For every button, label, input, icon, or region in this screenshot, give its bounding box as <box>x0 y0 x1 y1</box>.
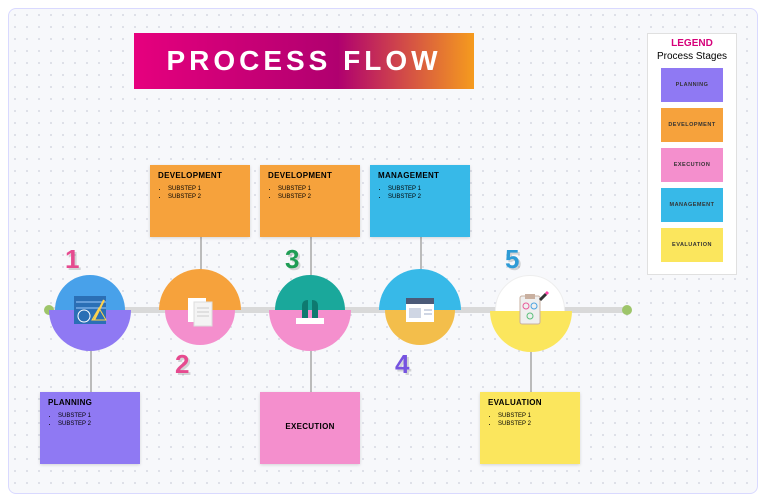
legend-subtitle: Process Stages <box>652 51 732 62</box>
box-items: SUBSTEP 1 SUBSTEP 2 <box>158 186 242 200</box>
legend-swatch-planning: PLANNING <box>661 68 723 102</box>
connector <box>310 237 312 276</box>
stage-box-execution: EXECUTION <box>260 392 360 464</box>
legend-panel: LEGEND Process Stages PLANNING DEVELOPME… <box>647 33 737 275</box>
list-item: SUBSTEP 1 <box>388 186 462 192</box>
legend-swatch-execution: EXECUTION <box>661 148 723 182</box>
stage-box-development-1: DEVELOPMENT SUBSTEP 1 SUBSTEP 2 <box>150 165 250 237</box>
clipboard-icon <box>510 290 550 330</box>
step-number-1: 1 <box>65 244 79 275</box>
list-item: SUBSTEP 2 <box>388 194 462 200</box>
box-title: EXECUTION <box>268 422 352 431</box>
legend-swatch-development: DEVELOPMENT <box>661 108 723 142</box>
step-number-4: 4 <box>395 349 409 380</box>
step-number-3: 3 <box>285 244 299 275</box>
box-items: SUBSTEP 1 SUBSTEP 2 <box>268 186 352 200</box>
stage-box-evaluation: EVALUATION SUBSTEP 1 SUBSTEP 2 <box>480 392 580 464</box>
box-items: SUBSTEP 1 SUBSTEP 2 <box>48 413 132 427</box>
list-item: SUBSTEP 1 <box>58 413 132 419</box>
documents-icon <box>180 290 220 330</box>
box-title: DEVELOPMENT <box>268 171 352 180</box>
list-item: SUBSTEP 1 <box>168 186 242 192</box>
list-item: SUBSTEP 1 <box>498 413 572 419</box>
blueprint-icon <box>70 290 110 330</box>
step-node-3 <box>275 275 345 345</box>
box-title: MANAGEMENT <box>378 171 462 180</box>
list-item: SUBSTEP 2 <box>498 421 572 427</box>
stage-box-management: MANAGEMENT SUBSTEP 1 SUBSTEP 2 <box>370 165 470 237</box>
step-node-1 <box>55 275 125 345</box>
list-item: SUBSTEP 2 <box>278 194 352 200</box>
list-item: SUBSTEP 2 <box>58 421 132 427</box>
step-node-2 <box>165 275 235 345</box>
legend-swatch-management: MANAGEMENT <box>661 188 723 222</box>
stage-box-development-2: DEVELOPMENT SUBSTEP 1 SUBSTEP 2 <box>260 165 360 237</box>
browser-icon <box>400 290 440 330</box>
step-node-4 <box>385 275 455 345</box>
legend-swatch-evaluation: EVALUATION <box>661 228 723 262</box>
step-number-5: 5 <box>505 244 519 275</box>
legend-title: LEGEND <box>652 38 732 49</box>
step-node-5 <box>495 275 565 345</box>
diagram-title: PROCESS FLOW <box>166 45 441 77</box>
list-item: SUBSTEP 2 <box>168 194 242 200</box>
stage-box-planning: PLANNING SUBSTEP 1 SUBSTEP 2 <box>40 392 140 464</box>
list-item: SUBSTEP 1 <box>278 186 352 192</box>
step-number-2: 2 <box>175 349 189 380</box>
title-banner: PROCESS FLOW <box>134 33 474 89</box>
diagram-canvas: PROCESS FLOW LEGEND Process Stages PLANN… <box>8 8 758 494</box>
box-title: PLANNING <box>48 398 132 407</box>
box-title: EVALUATION <box>488 398 572 407</box>
chess-icon <box>290 290 330 330</box>
box-items: SUBSTEP 1 SUBSTEP 2 <box>488 413 572 427</box>
box-title: DEVELOPMENT <box>158 171 242 180</box>
box-items: SUBSTEP 1 SUBSTEP 2 <box>378 186 462 200</box>
